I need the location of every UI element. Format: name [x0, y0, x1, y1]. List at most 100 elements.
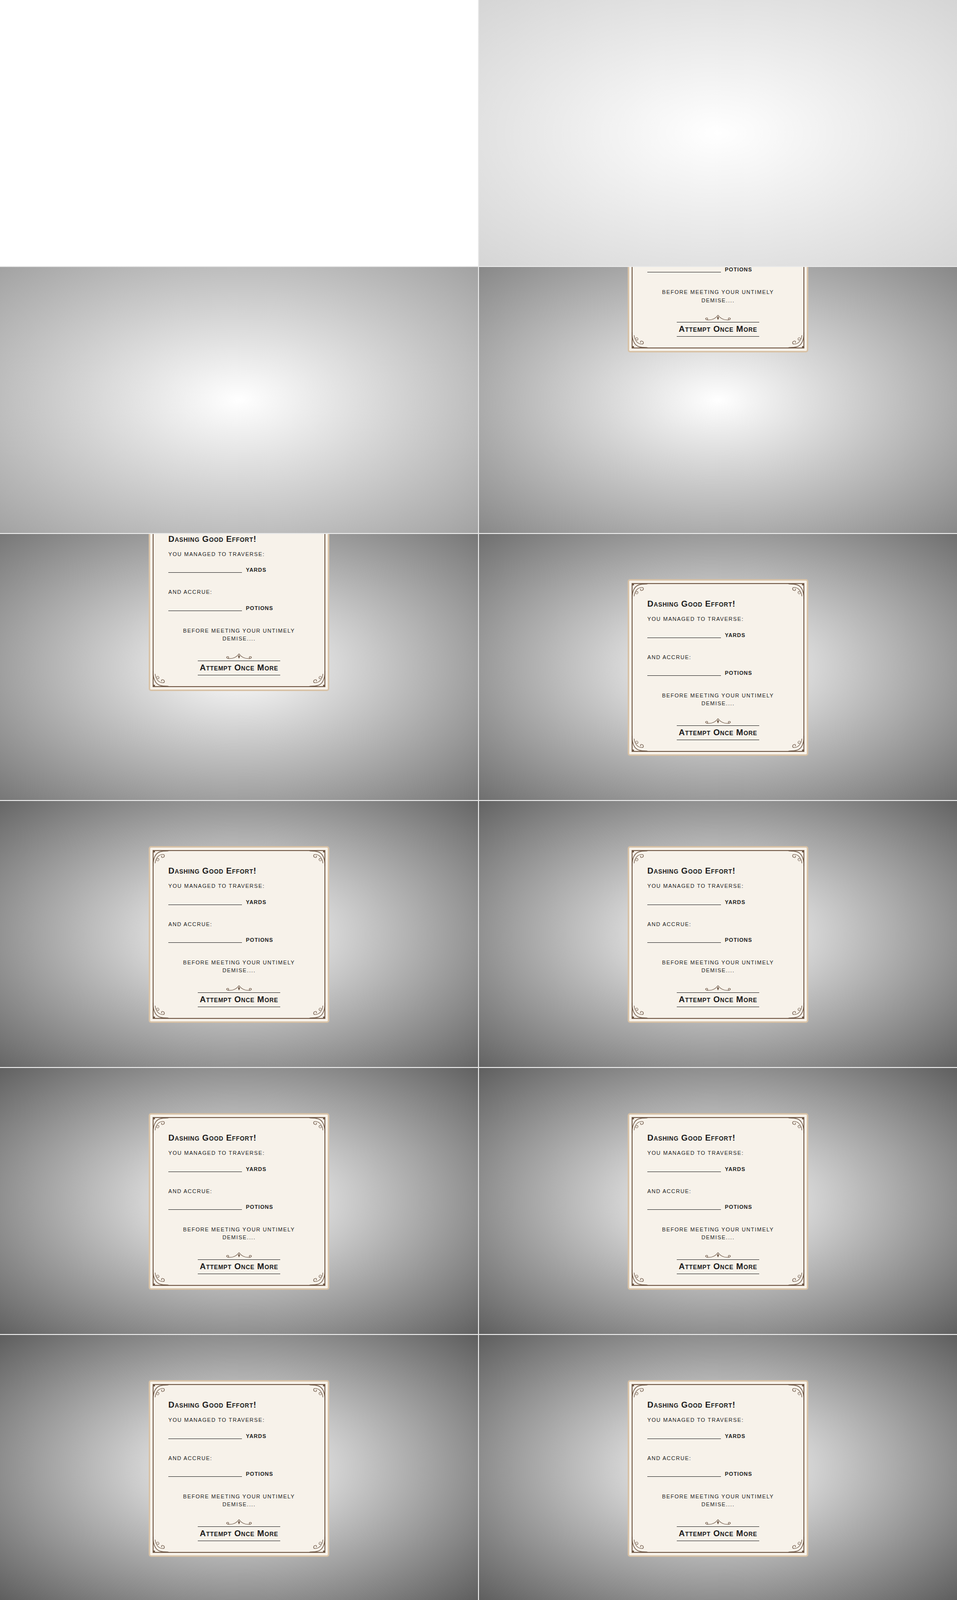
- corner-ornament-icon: [786, 1382, 806, 1403]
- card-label: YOU MANAGED TO TRAVERSE:: [168, 882, 310, 890]
- animation-frame: Dashing Good Effort!YOU MANAGED TO TRAVE…: [0, 800, 479, 1067]
- card-label: AND ACCRUE:: [168, 1187, 310, 1195]
- game-over-card: Dashing Good Effort!YOU MANAGED TO TRAVE…: [150, 847, 328, 1022]
- corner-ornament-icon: [786, 1115, 806, 1136]
- corner-ornament-icon: [307, 1382, 327, 1403]
- corner-ornament-icon: [307, 848, 327, 869]
- blank-line: [168, 1438, 242, 1439]
- card-label: YOU MANAGED TO TRAVERSE:: [168, 1416, 310, 1424]
- attempt-button[interactable]: Attempt Once More: [197, 992, 281, 1008]
- corner-ornament-icon: [786, 1534, 806, 1555]
- animation-frame: Dashing Good Effort!YOU MANAGED TO TRAVE…: [478, 533, 957, 800]
- card-label: YOU MANAGED TO TRAVERSE:: [647, 1149, 789, 1157]
- blank-line: [647, 1209, 721, 1210]
- card-title: Dashing Good Effort!: [168, 533, 310, 545]
- card-note: BEFORE MEETING YOUR UNTIMELY DEMISE....: [168, 1225, 310, 1242]
- result-field: POTIONS: [647, 1471, 789, 1477]
- attempt-button[interactable]: Attempt Once More: [676, 725, 760, 741]
- result-field: POTIONS: [168, 605, 310, 612]
- card-label: AND ACCRUE:: [647, 1187, 789, 1195]
- card-label: AND ACCRUE:: [168, 1454, 310, 1462]
- card-label: YOU MANAGED TO TRAVERSE:: [168, 1149, 310, 1157]
- attempt-button[interactable]: Attempt Once More: [676, 321, 760, 337]
- result-field: YARDS: [168, 567, 310, 573]
- corner-ornament-icon: [786, 581, 806, 602]
- result-field: YARDS: [647, 1166, 789, 1172]
- card-title: Dashing Good Effort!: [168, 1132, 310, 1144]
- result-field: POTIONS: [168, 937, 310, 943]
- game-over-card: Dashing Good Effort! YOU MANAGED TO TRAVE…: [629, 847, 807, 1022]
- card-note: BEFORE MEETING YOUR UNTIMELY DEMISE....: [168, 958, 310, 975]
- flourish-icon: [224, 1518, 254, 1527]
- blank-line: [647, 942, 721, 943]
- animation-frame: Dashing Good Effort! YOU MANAGED TO TRAVE…: [478, 1067, 957, 1334]
- card-label: AND ACCRUE:: [647, 1454, 789, 1462]
- blank-line: [168, 942, 242, 943]
- result-field: POTIONS: [647, 937, 789, 943]
- game-over-card: Dashing Good Effort! YOU MANAGED TO TRAVE…: [150, 1381, 328, 1556]
- game-over-card: Dashing Good Effort! YOU MANAGED TO TRAVE…: [629, 1381, 807, 1556]
- blank-line: [647, 904, 721, 905]
- result-field: YARDS: [647, 899, 789, 905]
- attempt-button[interactable]: Attempt Once More: [676, 992, 760, 1008]
- corner-ornament-icon: [151, 668, 171, 689]
- attempt-button[interactable]: Attempt Once More: [676, 1526, 760, 1542]
- result-field: POTIONS: [168, 1471, 310, 1477]
- corner-ornament-icon: [630, 733, 650, 754]
- corner-ornament-icon: [630, 1267, 650, 1288]
- attempt-button[interactable]: Attempt Once More: [197, 660, 281, 676]
- flourish-icon: [224, 652, 254, 661]
- corner-ornament-icon: [307, 668, 327, 689]
- animation-frame: Dashing Good Effort! YOU MANAGED TO TRAVE…: [0, 533, 479, 800]
- card-title: Dashing Good Effort!: [647, 1132, 789, 1144]
- animation-frame: Dashing Good Effort! YOU MANAGED TO TRAVE…: [478, 1334, 957, 1600]
- flourish-icon: [224, 1251, 254, 1260]
- attempt-button[interactable]: Attempt Once More: [676, 1259, 760, 1275]
- card-label: YOU MANAGED TO TRAVERSE:: [647, 882, 789, 890]
- card-label: AND ACCRUE:: [647, 653, 789, 661]
- result-field: YARDS: [168, 1166, 310, 1172]
- blank-line: [168, 1209, 242, 1210]
- corner-ornament-icon: [151, 1267, 171, 1288]
- animation-frame: Dashing Good Effort! YOU MANAGED TO TRAVE…: [0, 1334, 479, 1600]
- corner-ornament-icon: [630, 1000, 650, 1021]
- corner-ornament-icon: [151, 848, 171, 869]
- card-note: BEFORE MEETING YOUR UNTIMELY DEMISE....: [647, 958, 789, 975]
- card-label: YOU MANAGED TO TRAVERSE:: [647, 615, 789, 623]
- corner-ornament-icon: [151, 1115, 171, 1136]
- animation-frame: [0, 266, 479, 533]
- attempt-button[interactable]: Attempt Once More: [197, 1526, 281, 1542]
- corner-ornament-icon: [630, 1382, 650, 1403]
- result-field: YARDS: [647, 632, 789, 638]
- card-note: BEFORE MEETING YOUR UNTIMELY DEMISE....: [168, 1492, 310, 1509]
- blank-line: [647, 1476, 721, 1477]
- animation-frame: Dashing Good Effort! YOU MANAGED TO TRAVE…: [0, 1067, 479, 1334]
- blank-line: [168, 904, 242, 905]
- blank-line: [168, 1476, 242, 1477]
- card-label: AND ACCRUE:: [647, 920, 789, 928]
- card-title: Dashing Good Effort!: [647, 865, 789, 877]
- corner-ornament-icon: [151, 1382, 171, 1403]
- corner-ornament-icon: [630, 330, 650, 350]
- corner-ornament-icon: [786, 330, 806, 350]
- card-label: YOU MANAGED TO TRAVERSE:: [168, 550, 310, 558]
- card-note: BEFORE MEETING YOUR UNTIMELY DEMISE....: [647, 691, 789, 708]
- flourish-icon: [703, 1251, 733, 1260]
- corner-ornament-icon: [151, 1534, 171, 1555]
- card-title: Dashing Good Effort!: [168, 1399, 310, 1411]
- corner-ornament-icon: [786, 848, 806, 869]
- card-title: Dashing Good Effort!: [647, 1399, 789, 1411]
- game-over-card: POTIONSBEFORE MEETING YOUR UNTIMELY DEMI…: [629, 266, 807, 351]
- animation-frame: Dashing Good Effort! YOU MANAGED TO TRAVE…: [478, 800, 957, 1067]
- blank-line: [647, 675, 721, 676]
- attempt-button[interactable]: Attempt Once More: [197, 1259, 281, 1275]
- blank-line: [647, 1438, 721, 1439]
- flourish-icon: [703, 984, 733, 993]
- card-label: YOU MANAGED TO TRAVERSE:: [647, 1416, 789, 1424]
- animation-frame: POTIONSBEFORE MEETING YOUR UNTIMELY DEMI…: [478, 266, 957, 533]
- corner-ornament-icon: [630, 1534, 650, 1555]
- corner-ornament-icon: [307, 1534, 327, 1555]
- animation-frame: [478, 0, 957, 266]
- blank-line: [168, 610, 242, 612]
- corner-ornament-icon: [307, 1115, 327, 1136]
